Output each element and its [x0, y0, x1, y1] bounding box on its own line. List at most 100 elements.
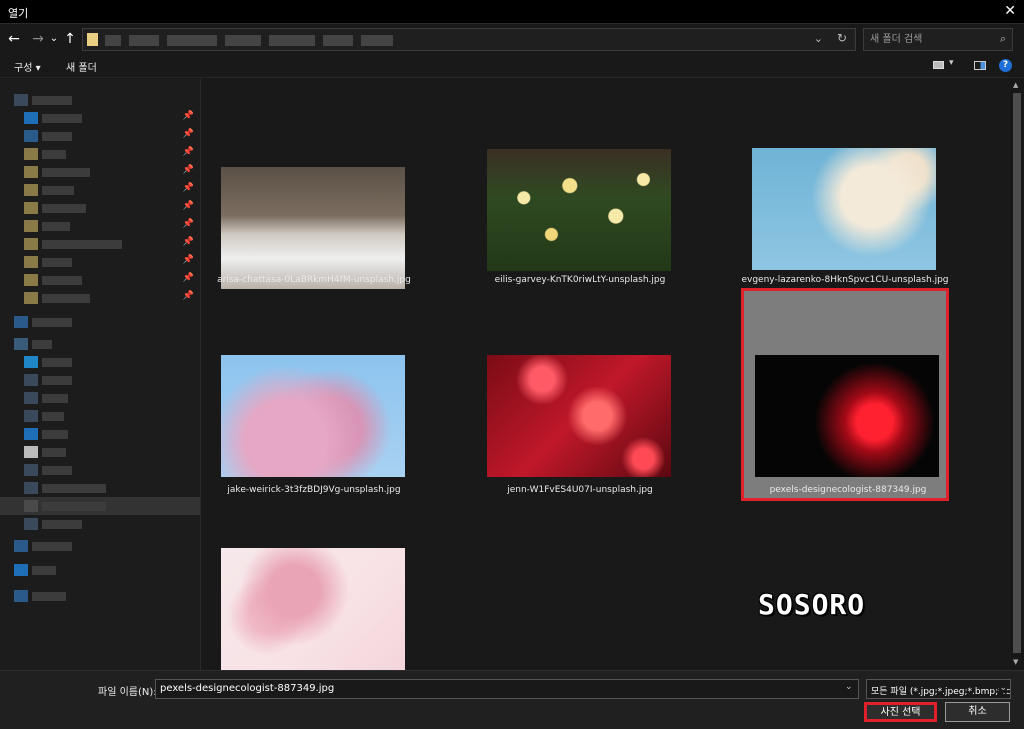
up-arrow-icon[interactable]: ↑ — [63, 29, 77, 49]
thumbnail-image — [221, 167, 405, 289]
nav-item[interactable]: 📌 — [0, 271, 200, 289]
thumbnail-image — [752, 148, 936, 270]
nav-item-label — [42, 150, 66, 159]
nav-item[interactable] — [0, 587, 200, 605]
thumbnail-image — [755, 355, 939, 477]
file-item-selected[interactable]: pexels-designecologist-887349.jpg — [741, 288, 949, 501]
nav-item[interactable]: 📌 — [0, 181, 200, 199]
chevron-down-icon: ⌄ — [999, 683, 1007, 693]
nav-item[interactable] — [0, 479, 200, 497]
folder-icon — [24, 256, 38, 268]
file-item[interactable]: arisa-chattasa-0LaBRkmH4fM-unsplash.jpg — [210, 167, 418, 291]
scroll-up-icon[interactable]: ▲ — [1013, 81, 1018, 89]
nav-item[interactable] — [0, 515, 200, 533]
file-name-label: evgeny-lazarenko-8HknSpvc1CU-unsplash.jp… — [741, 275, 949, 285]
back-arrow-icon[interactable]: ← — [6, 29, 22, 49]
dialog-footer: 파일 이름(N): pexels-designecologist-887349.… — [0, 670, 1024, 729]
nav-item[interactable] — [0, 425, 200, 443]
file-item[interactable]: eilis-garvey-KnTK0riwLtY-unsplash.jpg — [476, 149, 684, 291]
chevron-down-icon[interactable]: ⌄ — [814, 32, 823, 45]
new-folder-button[interactable]: 새 폴더 — [66, 59, 97, 74]
drive-icon — [24, 518, 38, 530]
nav-item[interactable] — [0, 91, 200, 109]
file-name-label: jake-weirick-3t3fzBDJ9Vg-unsplash.jpg — [227, 485, 401, 495]
file-item[interactable]: jake-weirick-3t3fzBDJ9Vg-unsplash.jpg — [210, 355, 418, 499]
folder-icon — [24, 184, 38, 196]
thumbnail-image — [221, 548, 405, 670]
nav-item-label — [42, 376, 72, 385]
nav-item[interactable] — [0, 461, 200, 479]
nav-item-label — [32, 592, 66, 601]
folder-icon — [24, 392, 38, 404]
file-type-value: 모든 파일 (*.jpg;*.jpeg;*.bmp;*.c — [871, 687, 1011, 697]
nav-item-label — [42, 448, 66, 457]
select-photo-button[interactable]: 사진 선택 — [864, 702, 937, 722]
file-type-select[interactable]: 모든 파일 (*.jpg;*.jpeg;*.bmp;*.c ⌄ — [866, 679, 1011, 699]
drive-icon — [24, 464, 38, 476]
view-icon[interactable] — [933, 61, 944, 69]
nav-item-label — [42, 520, 82, 529]
help-icon[interactable]: ? — [999, 59, 1012, 72]
vertical-scrollbar[interactable]: ▲ ▼ — [1010, 79, 1024, 670]
view-dropdown-icon[interactable]: ▾ — [949, 58, 954, 68]
search-input[interactable] — [870, 31, 988, 48]
forward-arrow-icon[interactable]: → — [30, 29, 46, 49]
nav-item[interactable]: 📌 — [0, 199, 200, 217]
nav-item[interactable]: 📌 — [0, 289, 200, 307]
nav-item-label — [42, 412, 64, 421]
nav-item[interactable]: 📌 — [0, 109, 200, 127]
file-name-label: eilis-garvey-KnTK0riwLtY-unsplash.jpg — [494, 275, 666, 285]
folder-icon — [24, 274, 38, 286]
nav-item[interactable] — [0, 561, 200, 579]
address-bar-row: ← → ⌄ ↑ ⌄ ↻ ⌕ — [0, 25, 1024, 53]
nav-item[interactable]: 📌 — [0, 163, 200, 181]
nav-item[interactable]: 📌 — [0, 253, 200, 271]
search-box[interactable]: ⌕ — [863, 28, 1013, 51]
recent-locations-dropdown[interactable]: ⌄ — [48, 29, 60, 49]
nav-item[interactable] — [0, 537, 200, 555]
pin-icon: 📌 — [182, 129, 194, 139]
scrollbar-thumb[interactable] — [1013, 93, 1021, 653]
cancel-button[interactable]: 취소 — [945, 702, 1010, 722]
nav-item[interactable] — [0, 335, 200, 353]
nav-item[interactable]: 📌 — [0, 145, 200, 163]
filename-input[interactable]: pexels-designecologist-887349.jpg — [155, 679, 859, 699]
nav-item[interactable]: 📌 — [0, 127, 200, 145]
nav-item-label — [42, 394, 68, 403]
folder-icon — [24, 292, 38, 304]
path-segment-obscured — [323, 35, 353, 46]
nav-item[interactable] — [0, 353, 200, 371]
nav-item[interactable]: 📌 — [0, 235, 200, 253]
folder-icon — [24, 410, 38, 422]
preview-pane-icon[interactable] — [974, 61, 986, 70]
nav-item[interactable] — [0, 371, 200, 389]
file-item[interactable] — [210, 548, 418, 670]
scroll-down-icon[interactable]: ▼ — [1013, 658, 1018, 666]
refresh-icon[interactable]: ↻ — [837, 31, 847, 45]
nav-item-label — [42, 484, 106, 493]
nav-item[interactable] — [0, 407, 200, 425]
drive-icon — [24, 500, 38, 512]
nav-item-label — [42, 222, 70, 231]
folder-icon — [24, 130, 38, 142]
nav-item[interactable]: 📌 — [0, 217, 200, 235]
thumbnail-image — [487, 355, 671, 477]
search-icon[interactable]: ⌕ — [1000, 32, 1006, 46]
nav-item-label — [32, 566, 56, 575]
file-item[interactable]: evgeny-lazarenko-8HknSpvc1CU-unsplash.jp… — [741, 148, 949, 291]
nav-item[interactable] — [0, 389, 200, 407]
nav-item-label — [42, 114, 82, 123]
address-path-field[interactable]: ⌄ ↻ — [82, 28, 856, 51]
nav-item[interactable] — [0, 313, 200, 331]
nav-item-label — [42, 276, 82, 285]
organize-menu-button[interactable]: 구성 ▾ — [14, 59, 41, 74]
nav-item[interactable] — [0, 443, 200, 461]
nav-item-label — [42, 502, 106, 511]
command-bar: 구성 ▾ 새 폴더 ▾ ? — [0, 54, 1024, 78]
nav-item-selected[interactable] — [0, 497, 200, 515]
title-bar: 열기 ✕ — [0, 0, 1024, 24]
file-item[interactable]: jenn-W1FvES4U07I-unsplash.jpg — [476, 355, 684, 499]
close-icon[interactable]: ✕ — [1004, 3, 1016, 19]
chevron-down-icon[interactable]: ⌄ — [845, 682, 853, 692]
pin-icon: 📌 — [182, 237, 194, 247]
